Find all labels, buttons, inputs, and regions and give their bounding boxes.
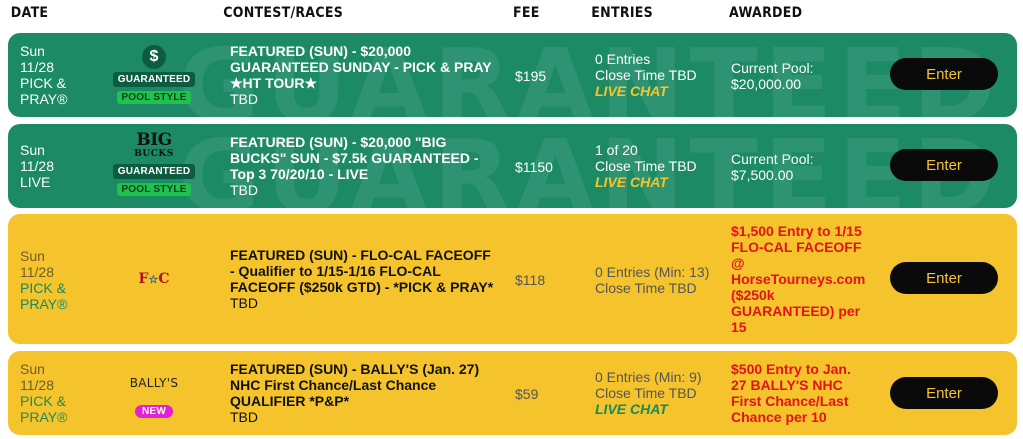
contest-title[interactable]: FEATURED (SUN) - BALLY'S (Jan. 27) NHC F… <box>230 361 510 425</box>
enter-button[interactable]: Enter <box>890 58 998 90</box>
contest-logo: BIG BUCKS GUARANTEED POOL STYLE <box>108 130 200 196</box>
header-fee: FEE <box>513 5 540 21</box>
contest-logo: $ GUARANTEED POOL STYLE <box>108 45 200 104</box>
guaranteed-badge: GUARANTEED <box>112 164 196 179</box>
contest-title[interactable]: FEATURED (SUN) - $20,000 GUARANTEED SUND… <box>230 43 510 107</box>
new-badge: NEW <box>135 405 173 418</box>
contest-date: Sun 11/28 PICK & PRAY® <box>20 43 68 107</box>
contest-awarded: $500 Entry to Jan. 27 BALLY'S NHC First … <box>731 361 851 425</box>
contest-entries: 1 of 20 Close Time TBD LIVE CHAT <box>595 142 725 190</box>
table-header: DATE CONTEST/RACES FEE ENTRIES AWARDED <box>0 0 921 30</box>
contest-date: Sun 11/28 LIVE <box>20 142 54 190</box>
live-chat-link[interactable]: LIVE CHAT <box>595 401 725 417</box>
contest-date: Sun 11/28 PICK & PRAY® <box>20 361 68 425</box>
contest-row: GUARANTEED Sun 11/28 LIVE BIG BUCKS GUAR… <box>8 124 1017 208</box>
contest-date: Sun 11/28 PICK & PRAY® <box>20 248 68 312</box>
contest-tbd: TBD <box>230 295 258 311</box>
contest-entries: 0 Entries Close Time TBD LIVE CHAT <box>595 51 725 99</box>
contest-entries: 0 Entries (Min: 9) Close Time TBD LIVE C… <box>595 369 725 417</box>
guaranteed-badge: GUARANTEED <box>112 72 196 87</box>
big-bucks-logo: BIG BUCKS <box>134 130 174 160</box>
enter-button[interactable]: Enter <box>890 149 998 181</box>
enter-button[interactable]: Enter <box>890 262 998 294</box>
contest-logo: BALLY'S NEW <box>108 375 200 418</box>
contest-title[interactable]: FEATURED (SUN) - $20,000 "BIG BUCKS" SUN… <box>230 134 510 198</box>
flo-cal-logo: F☆C <box>138 271 170 287</box>
contest-tbd: TBD <box>230 182 258 198</box>
contest-awarded: Current Pool: $7,500.00 <box>731 151 814 183</box>
contest-awarded: $1,500 Entry to 1/15 FLO-CAL FACEOFF @ H… <box>731 223 866 335</box>
contest-entries: 0 Entries (Min: 13) Close Time TBD <box>595 264 710 296</box>
contest-row: GUARANTEED Sun 11/28 PICK & PRAY® $ GUAR… <box>8 33 1017 117</box>
header-entries: ENTRIES <box>591 5 654 21</box>
live-chat-link[interactable]: LIVE CHAT <box>595 83 725 99</box>
header-date: DATE <box>10 5 49 21</box>
header-awarded: AWARDED <box>729 5 803 21</box>
enter-button[interactable]: Enter <box>890 377 998 409</box>
header-contest: CONTEST/RACES <box>223 5 344 21</box>
pool-style-badge: POOL STYLE <box>117 91 191 104</box>
contest-logo: F☆C <box>108 270 200 288</box>
star-icon: ☆ <box>148 273 159 286</box>
pool-style-badge: POOL STYLE <box>117 183 191 196</box>
ballys-logo: BALLY'S <box>129 376 179 390</box>
contest-awarded: Current Pool: $20,000.00 <box>731 60 814 92</box>
dollar-icon: $ <box>142 45 166 69</box>
live-chat-link[interactable]: LIVE CHAT <box>595 174 725 190</box>
contest-fee: $118 <box>515 272 546 288</box>
contest-tbd: TBD <box>230 91 258 107</box>
contest-title[interactable]: FEATURED (SUN) - FLO-CAL FACEOFF - Quali… <box>230 247 510 311</box>
contest-fee: $195 <box>515 68 547 84</box>
contest-row: Sun 11/28 PICK & PRAY® F☆C FEATURED (SUN… <box>8 214 1017 344</box>
contest-tbd: TBD <box>230 409 258 425</box>
contest-fee: $59 <box>515 386 539 402</box>
contest-fee: $1150 <box>515 159 553 175</box>
contest-row: Sun 11/28 PICK & PRAY® BALLY'S NEW FEATU… <box>8 351 1017 435</box>
